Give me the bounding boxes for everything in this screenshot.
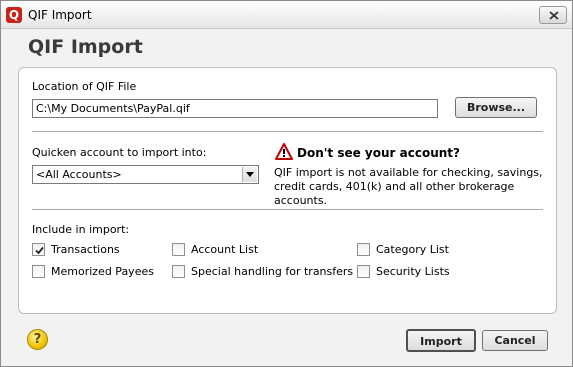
- include-label: Include in import:: [32, 223, 130, 236]
- import-options-panel: Location of QIF File C:\My Documents\Pay…: [18, 67, 557, 314]
- checkbox-box[interactable]: [172, 265, 185, 278]
- warning-title: Don't see your account?: [297, 146, 460, 160]
- checkbox-label: Account List: [191, 243, 259, 256]
- checkbox-label: Transactions: [51, 243, 120, 256]
- browse-button[interactable]: Browse...: [455, 97, 537, 118]
- quicken-app-icon: Q: [6, 7, 22, 23]
- chevron-down-icon: [246, 172, 254, 177]
- account-select-value: <All Accounts>: [36, 168, 122, 181]
- checkbox-box[interactable]: [32, 243, 45, 256]
- checkbox-box[interactable]: [172, 243, 185, 256]
- checkbox-label: Memorized Payees: [51, 265, 154, 278]
- account-select[interactable]: <All Accounts>: [32, 165, 259, 184]
- title-bar[interactable]: Q QIF Import: [1, 1, 572, 29]
- divider-bottom: [32, 209, 543, 210]
- checkmark-icon: [35, 246, 44, 255]
- cancel-button[interactable]: Cancel: [482, 330, 548, 351]
- help-icon[interactable]: ?: [27, 329, 48, 350]
- checkbox-label: Security Lists: [376, 265, 450, 278]
- qif-import-window: Q QIF Import QIF Import Location of QIF …: [0, 0, 573, 367]
- warning-icon: [275, 143, 293, 160]
- close-button[interactable]: [539, 6, 567, 24]
- warning-text: QIF import is not available for checking…: [274, 166, 543, 207]
- divider-top: [32, 131, 543, 132]
- window-title: QIF Import: [28, 8, 92, 22]
- checkbox-box[interactable]: [357, 265, 370, 278]
- import-button-label: Import: [420, 335, 462, 348]
- page-title: QIF Import: [28, 36, 143, 58]
- cancel-button-label: Cancel: [494, 334, 536, 347]
- close-icon: [549, 11, 559, 20]
- browse-button-label: Browse...: [466, 101, 526, 114]
- checkbox-box[interactable]: [357, 243, 370, 256]
- qif-file-path-input[interactable]: C:\My Documents\PayPal.qif: [32, 99, 438, 118]
- checkbox-label: Special handling for transfers: [191, 265, 354, 278]
- checkbox-label: Category List: [376, 243, 449, 256]
- qif-location-label: Location of QIF File: [32, 80, 137, 93]
- dropdown-arrow[interactable]: [242, 167, 257, 182]
- checkbox-box[interactable]: [32, 265, 45, 278]
- account-label: Quicken account to import into:: [32, 146, 207, 159]
- import-button[interactable]: Import: [406, 329, 476, 352]
